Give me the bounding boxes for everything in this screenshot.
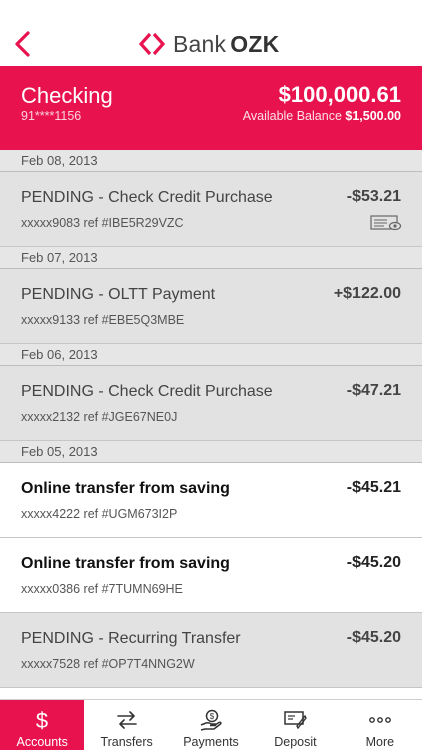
account-name: Checking: [21, 83, 113, 108]
date-header: Feb 05, 2013: [0, 441, 422, 463]
transaction-description: PENDING - Recurring Transfer: [21, 630, 241, 647]
dollar-icon: $: [36, 708, 48, 732]
account-summary[interactable]: Checking 91****1156 $100,000.61 Availabl…: [0, 66, 422, 150]
transaction-description: PENDING - Check Credit Purchase: [21, 189, 273, 206]
svg-text:$: $: [210, 712, 215, 721]
svg-text:$: $: [36, 708, 48, 732]
transaction-list[interactable]: Feb 08, 2013 PENDING - Check Credit Purc…: [0, 150, 422, 699]
transaction-amount: -$47.21: [346, 382, 401, 399]
deposit-check-icon: [284, 711, 308, 730]
transaction-amount: -$45.20: [346, 629, 401, 646]
tab-label: More: [365, 735, 395, 749]
transaction-row[interactable]: PENDING - Check Credit Purchase xxxxx908…: [0, 172, 422, 247]
transaction-description: PENDING - Check Credit Purchase: [21, 383, 273, 400]
transaction-amount: -$53.21: [346, 188, 401, 205]
transaction-amount: +$122.00: [333, 285, 401, 302]
transaction-row[interactable]: PENDING - OLTT Payment xxxxx9133 ref #EB…: [0, 269, 422, 344]
available-balance-label: Available Balance: [242, 109, 342, 123]
bottom-tab-bar: $ Accounts Transfers $ Payments Deposit: [0, 699, 422, 750]
transaction-reference: xxxxx0386 ref #7TUMN69HE: [21, 582, 183, 596]
tab-transfers[interactable]: Transfers: [84, 700, 168, 750]
transaction-reference: xxxxx9133 ref #EBE5Q3MBE: [21, 313, 185, 327]
transaction-row[interactable]: PENDING - Check Credit Purchase xxxxx213…: [0, 366, 422, 441]
transaction-amount: -$45.20: [346, 554, 401, 571]
tab-payments[interactable]: $ Payments: [169, 700, 253, 750]
date-header: Feb 06, 2013: [0, 344, 422, 366]
transaction-description: PENDING - OLTT Payment: [21, 286, 216, 303]
date-header: Feb 08, 2013: [0, 150, 422, 172]
check-image-icon[interactable]: [370, 214, 402, 232]
account-number: 91****1156: [21, 109, 82, 123]
bank-logo: Bank OZK: [139, 31, 279, 57]
transaction-amount: -$45.21: [346, 479, 401, 496]
transaction-reference: xxxxx9083 ref #IBE5R29VZC: [21, 216, 184, 230]
tab-deposit[interactable]: Deposit: [253, 700, 337, 750]
tab-label: Deposit: [274, 735, 317, 749]
top-bar: Bank OZK: [0, 0, 422, 66]
date-header: Feb 07, 2013: [0, 247, 422, 269]
tab-more[interactable]: More: [338, 700, 422, 750]
logo-ozk-text: OZK: [230, 30, 280, 57]
transaction-reference: xxxxx2132 ref #JGE67NE0J: [21, 410, 178, 424]
available-balance: Available Balance $1,500.00: [243, 109, 401, 123]
account-balance: $100,000.61: [278, 82, 401, 107]
transaction-reference: xxxxx7528 ref #OP7T4NNG2W: [21, 657, 195, 671]
tab-label: Accounts: [16, 735, 68, 749]
transaction-description: Online transfer from saving: [21, 480, 230, 497]
transaction-reference: xxxxx4222 ref #UGM673I2P: [21, 507, 178, 521]
logo-bank-text: Bank: [173, 30, 227, 57]
transaction-description: Online transfer from saving: [21, 555, 230, 572]
more-dots-icon: [368, 717, 391, 723]
payment-hand-icon: $: [200, 709, 222, 731]
tab-label: Payments: [183, 735, 239, 749]
transaction-row[interactable]: Online transfer from saving xxxxx4222 re…: [0, 463, 422, 538]
available-balance-amount: $1,500.00: [345, 109, 401, 123]
transfer-arrows-icon: [116, 711, 137, 729]
tab-accounts[interactable]: $ Accounts: [0, 700, 85, 750]
transaction-row[interactable]: PENDING - Recurring Transfer xxxxx7528 r…: [0, 613, 422, 688]
ozk-diamond-logo-icon: [139, 32, 165, 56]
tab-label: Transfers: [100, 735, 153, 749]
chevron-left-icon[interactable]: [12, 30, 34, 58]
transaction-row[interactable]: Online transfer from saving xxxxx0386 re…: [0, 538, 422, 613]
